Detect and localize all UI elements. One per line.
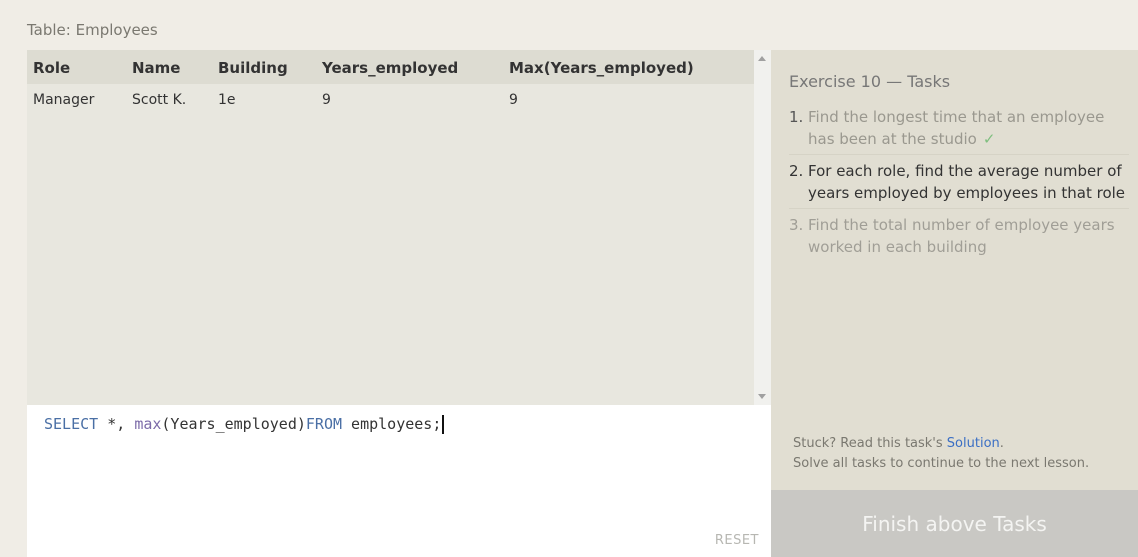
hint-line: Stuck? Read this task's Solution. [793, 436, 1004, 451]
task-number: 1. [789, 108, 804, 126]
scroll-up-arrow-icon[interactable] [758, 56, 766, 61]
cell-building: 1e [218, 92, 236, 108]
cell-max-years-employed: 9 [509, 92, 518, 108]
code-star: *, [98, 415, 135, 433]
tasks-panel: Exercise 10 — Tasks 1. Find the longest … [771, 50, 1138, 490]
task-number: 3. [789, 216, 804, 234]
cell-years-employed: 9 [322, 92, 331, 108]
results-scrollbar[interactable] [754, 50, 771, 405]
sql-editor[interactable]: SELECT *, max(Years_employed)FROM employ… [27, 405, 771, 557]
cell-name: Scott K. [132, 92, 187, 108]
task-text: Find the longest time that an employee h… [808, 108, 1105, 148]
task-number: 2. [789, 162, 804, 180]
solution-link[interactable]: Solution [947, 436, 1000, 451]
code-table: employees; [342, 415, 442, 433]
keyword-from: FROM [305, 415, 343, 433]
header-building: Building [218, 59, 288, 77]
reset-button[interactable]: RESET [715, 533, 759, 548]
text-caret [442, 415, 445, 434]
hint-line-2: Solve all tasks to continue to the next … [793, 456, 1090, 471]
checkmark-icon: ✓ [982, 130, 996, 148]
task-item-2: 2. For each role, find the average numbe… [789, 160, 1129, 209]
header-name: Name [132, 59, 181, 77]
cell-role: Manager [33, 92, 95, 108]
results-header: Role Name Building Years_employed Max(Ye… [27, 50, 754, 84]
task-text: Find the total number of employee years … [808, 216, 1115, 256]
header-max-years-employed: Max(Years_employed) [509, 59, 694, 77]
code-arg: (Years_employed) [161, 415, 306, 433]
task-item-1: 1. Find the longest time that an employe… [789, 106, 1129, 155]
results-table: Role Name Building Years_employed Max(Ye… [27, 50, 771, 405]
keyword-select: SELECT [44, 415, 99, 433]
sql-query[interactable]: SELECT *, max(Years_employed)FROM employ… [44, 415, 445, 434]
header-years-employed: Years_employed [322, 59, 459, 77]
finish-tasks-button[interactable]: Finish above Tasks [771, 490, 1138, 557]
task-text: For each role, find the average number o… [808, 162, 1126, 202]
task-item-3: 3. Find the total number of employee yea… [789, 214, 1129, 262]
tasks-title: Exercise 10 — Tasks [789, 72, 951, 91]
table-title: Table: Employees [27, 21, 158, 39]
function-max: max [134, 415, 162, 433]
header-role: Role [33, 59, 71, 77]
scroll-down-arrow-icon[interactable] [758, 394, 766, 399]
